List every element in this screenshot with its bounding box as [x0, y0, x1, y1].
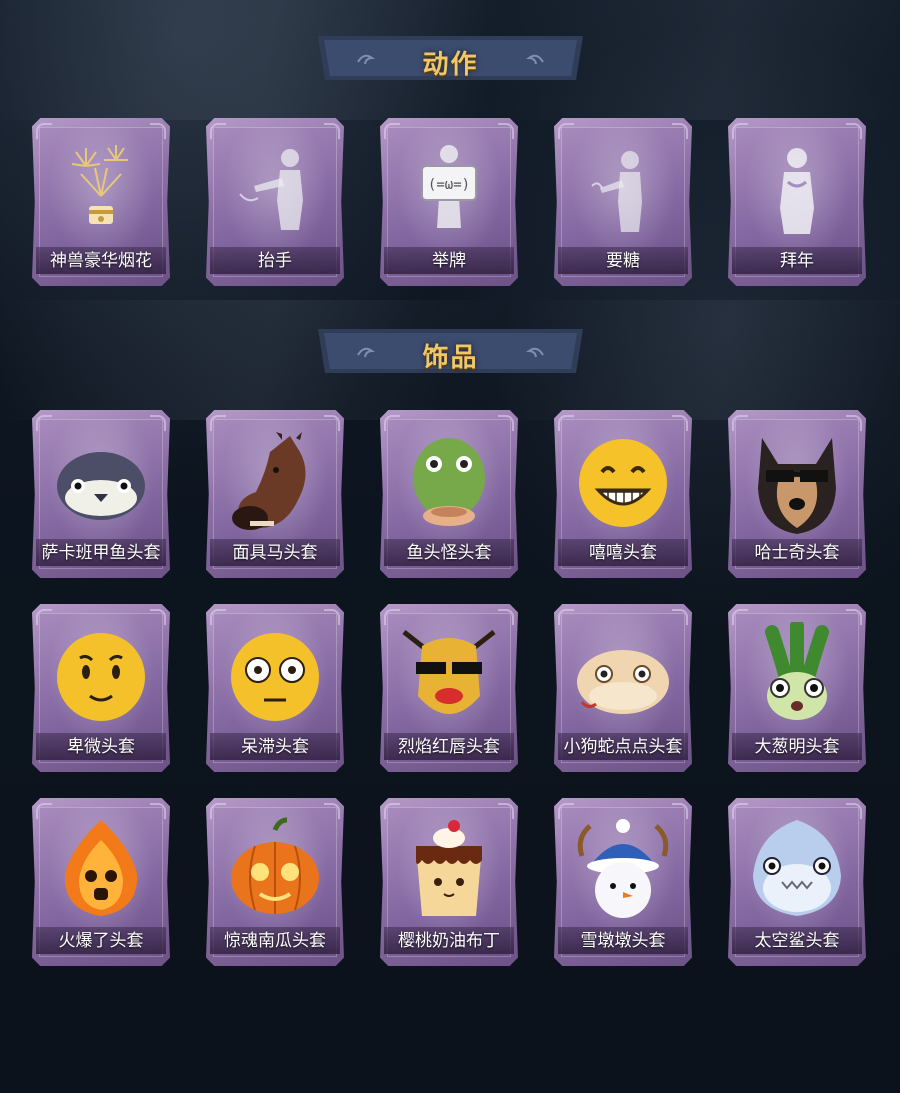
snowman-icon: [568, 816, 678, 926]
red-lips-icon: [394, 622, 504, 732]
fish-monster-icon: [394, 428, 504, 538]
snake-icon: [568, 622, 678, 732]
item-card[interactable]: 烈焰红唇头套: [380, 604, 518, 772]
card-label: 拜年: [780, 251, 814, 271]
item-card[interactable]: 神兽豪华烟花: [32, 118, 170, 286]
hold-sign-icon: (=ω=): [394, 136, 504, 246]
card-label: 萨卡班甲鱼头套: [41, 543, 161, 563]
card-label: 神兽豪华烟花: [50, 251, 152, 271]
item-card[interactable]: 卑微头套: [32, 604, 170, 772]
card-label: 樱桃奶油布丁: [398, 931, 500, 951]
section-banner-accessories: 饰品: [318, 327, 583, 375]
husky-icon: [742, 428, 852, 538]
item-card[interactable]: (=ω=) 举牌: [380, 118, 518, 286]
card-label: 惊魂南瓜头套: [224, 931, 326, 951]
item-card[interactable]: 嘻嘻头套: [554, 410, 692, 578]
humble-emoji-icon: [46, 622, 156, 732]
item-card[interactable]: 小狗蛇点点头套: [554, 604, 692, 772]
item-card[interactable]: 雪墩墩头套: [554, 798, 692, 966]
fire-sprite-icon: [46, 816, 156, 926]
card-label: 要糖: [606, 251, 640, 271]
scallion-icon: [742, 622, 852, 732]
horse-mask-icon: [220, 428, 330, 538]
ask-candy-icon: [568, 136, 678, 246]
item-card[interactable]: 鱼头怪头套: [380, 410, 518, 578]
item-card[interactable]: 萨卡班甲鱼头套: [32, 410, 170, 578]
grin-emoji-icon: [568, 428, 678, 538]
card-label: 嘻嘻头套: [589, 543, 657, 563]
item-card[interactable]: 大葱明头套: [728, 604, 866, 772]
section-title-accessories: 饰品: [422, 343, 479, 373]
item-card[interactable]: 惊魂南瓜头套: [206, 798, 344, 966]
raise-hand-icon: [220, 136, 330, 246]
fish-head-icon: [46, 428, 156, 538]
card-label: 卑微头套: [67, 737, 135, 757]
item-card[interactable]: 要糖: [554, 118, 692, 286]
section-banner-actions: 动作: [318, 34, 583, 82]
item-card[interactable]: 樱桃奶油布丁: [380, 798, 518, 966]
stunned-emoji-icon: [220, 622, 330, 732]
item-card[interactable]: 面具马头套: [206, 410, 344, 578]
pudding-icon: [394, 816, 504, 926]
card-label: 太空鲨头套: [754, 931, 840, 951]
card-label: 大葱明头套: [754, 737, 840, 757]
item-card[interactable]: 火爆了头套: [32, 798, 170, 966]
pumpkin-icon: [220, 816, 330, 926]
item-card[interactable]: 呆滞头套: [206, 604, 344, 772]
section-title-actions: 动作: [422, 50, 479, 80]
space-shark-icon: [742, 816, 852, 926]
card-label: 烈焰红唇头套: [398, 737, 500, 757]
item-card[interactable]: 太空鲨头套: [728, 798, 866, 966]
card-label: 小狗蛇点点头套: [563, 737, 683, 757]
item-card[interactable]: 拜年: [728, 118, 866, 286]
item-card[interactable]: 哈士奇头套: [728, 410, 866, 578]
fireworks-icon: [46, 136, 156, 246]
card-label: 鱼头怪头套: [406, 543, 492, 563]
svg-text:(=ω=): (=ω=): [428, 177, 470, 193]
new-year-greeting-icon: [742, 136, 852, 246]
card-label: 抬手: [258, 251, 292, 271]
card-label: 雪墩墩头套: [580, 931, 666, 951]
card-label: 火爆了头套: [58, 931, 144, 951]
card-label: 哈士奇头套: [754, 543, 840, 563]
card-label: 呆滞头套: [241, 737, 309, 757]
card-label: 举牌: [432, 251, 466, 271]
item-card[interactable]: 抬手: [206, 118, 344, 286]
card-label: 面具马头套: [232, 543, 318, 563]
